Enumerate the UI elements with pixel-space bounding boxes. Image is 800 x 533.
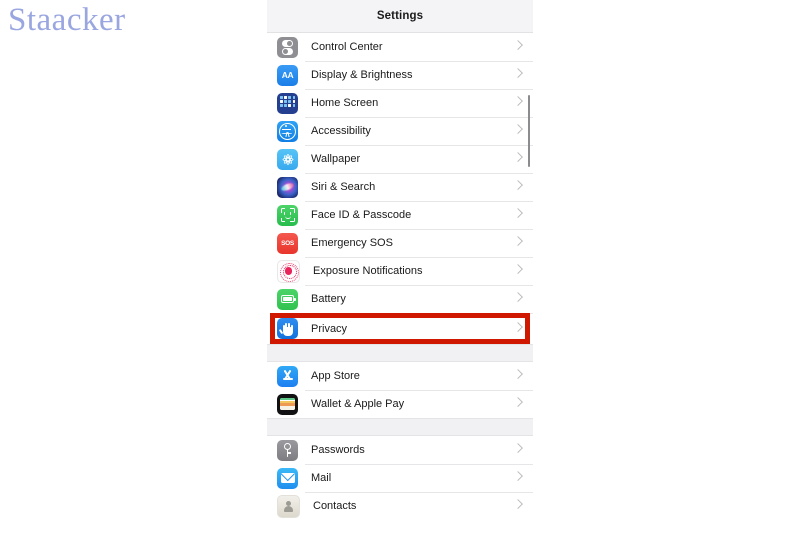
settings-row-siri-search[interactable]: Siri & Search	[267, 173, 533, 201]
settings-row-wallet-apple-pay[interactable]: Wallet & Apple Pay	[267, 390, 533, 418]
settings-list[interactable]: Control Center AA Display & Brightness Home…	[267, 33, 533, 520]
settings-row-label: Passwords	[311, 444, 365, 456]
mail-icon	[277, 467, 298, 489]
settings-row-label: Display & Brightness	[311, 69, 413, 81]
settings-row-label: Wallpaper	[311, 153, 361, 165]
section-accounts: Passwords Mail Contacts	[267, 436, 533, 520]
settings-row-exposure-notifications[interactable]: Exposure Notifications	[267, 257, 533, 285]
chevron-right-icon	[513, 96, 523, 106]
settings-row-app-store[interactable]: App Store	[267, 362, 533, 390]
app-store-icon	[277, 365, 298, 387]
settings-row-label: Battery	[311, 293, 346, 305]
chevron-right-icon	[513, 443, 523, 453]
contacts-icon	[277, 494, 300, 518]
settings-row-display-brightness[interactable]: AA Display & Brightness	[267, 61, 533, 89]
staacker-watermark: Staacker	[8, 2, 126, 38]
chevron-right-icon	[513, 236, 523, 246]
settings-row-home-screen[interactable]: Home Screen	[267, 89, 533, 117]
battery-icon	[277, 288, 298, 310]
section-main: Control Center AA Display & Brightness Home…	[267, 33, 533, 344]
wallpaper-icon	[277, 148, 298, 170]
settings-header: Settings	[267, 0, 533, 33]
chevron-right-icon	[513, 40, 523, 50]
siri-search-icon	[277, 176, 298, 198]
settings-row-face-id-passcode[interactable]: Face ID & Passcode	[267, 201, 533, 229]
settings-row-contacts[interactable]: Contacts	[267, 492, 533, 520]
settings-row-label: Wallet & Apple Pay	[311, 398, 405, 410]
settings-row-passwords[interactable]: Passwords	[267, 436, 533, 464]
settings-row-label: Control Center	[311, 41, 383, 53]
chevron-right-icon	[513, 397, 523, 407]
settings-row-emergency-sos[interactable]: SOS Emergency SOS	[267, 229, 533, 257]
chevron-right-icon	[513, 321, 523, 332]
chevron-right-icon	[513, 180, 523, 190]
settings-row-privacy[interactable]: Privacy	[267, 313, 533, 344]
privacy-hand-icon	[277, 318, 298, 339]
chevron-right-icon	[513, 68, 523, 78]
settings-row-label: App Store	[311, 370, 360, 382]
chevron-right-icon	[513, 264, 523, 274]
display-brightness-icon: AA	[277, 64, 298, 86]
wallet-icon	[277, 393, 298, 415]
control-center-icon	[277, 36, 298, 58]
chevron-right-icon	[513, 152, 523, 162]
chevron-right-icon	[513, 292, 523, 302]
chevron-right-icon	[513, 208, 523, 218]
settings-row-label: Contacts	[313, 500, 357, 512]
settings-row-accessibility[interactable]: Accessibility	[267, 117, 533, 145]
settings-row-label: Face ID & Passcode	[311, 209, 412, 221]
settings-panel: Settings Control Center AA Display & Brigh…	[267, 0, 533, 533]
chevron-right-icon	[513, 369, 523, 379]
settings-row-label: Exposure Notifications	[313, 265, 423, 277]
settings-row-battery[interactable]: Battery	[267, 285, 533, 313]
section-divider	[267, 418, 533, 436]
home-screen-icon	[277, 92, 298, 114]
section-store: App Store Wallet & Apple Pay	[267, 362, 533, 418]
exposure-notifications-icon	[277, 259, 300, 283]
passwords-key-icon	[277, 439, 298, 461]
face-id-icon	[277, 204, 298, 226]
page-title: Settings	[376, 10, 424, 22]
emergency-sos-icon: SOS	[277, 232, 298, 254]
settings-row-control-center[interactable]: Control Center	[267, 33, 533, 61]
accessibility-icon	[277, 120, 298, 142]
settings-row-label: Emergency SOS	[311, 237, 393, 249]
settings-row-label: Mail	[311, 472, 332, 484]
settings-row-wallpaper[interactable]: Wallpaper	[267, 145, 533, 173]
vertical-scrollbar[interactable]	[528, 95, 530, 167]
chevron-right-icon	[513, 471, 523, 481]
settings-row-mail[interactable]: Mail	[267, 464, 533, 492]
privacy-highlight-box	[270, 313, 530, 344]
chevron-right-icon	[513, 124, 523, 134]
settings-row-label: Siri & Search	[311, 181, 376, 193]
settings-row-label: Privacy	[311, 322, 348, 335]
section-divider	[267, 344, 533, 362]
settings-row-label: Accessibility	[311, 125, 371, 137]
settings-row-label: Home Screen	[311, 97, 379, 109]
chevron-right-icon	[513, 499, 523, 509]
